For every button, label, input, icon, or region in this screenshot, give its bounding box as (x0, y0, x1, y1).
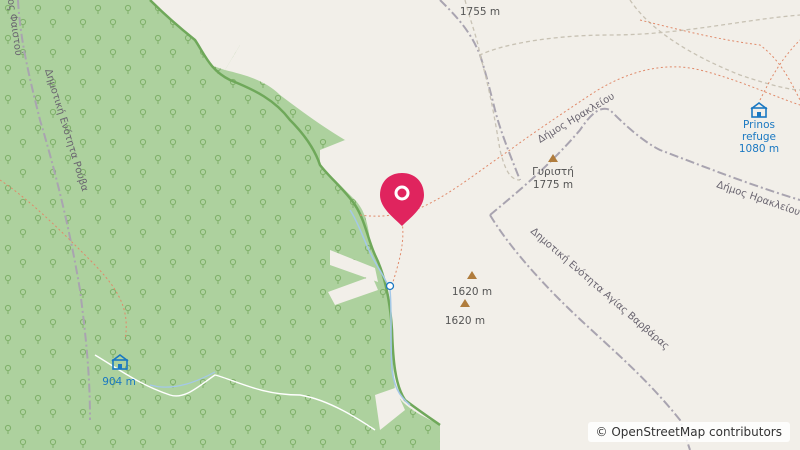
water-point-icon (385, 281, 395, 291)
peak-name-gyristi: Γυριστή (532, 166, 574, 178)
peak-elevation-b: 1620 m (445, 315, 485, 327)
peak-elevation-a: 1620 m (452, 286, 492, 298)
peak-elevation-gyristi: 1775 m (533, 179, 573, 191)
refuge-name-line2: refuge (742, 131, 776, 143)
shelter-elevation: 904 m (102, 376, 136, 388)
refuge-name-line1: Prinos (743, 119, 775, 131)
elevation-label-1755: 1755 m (460, 6, 500, 18)
refuge-elevation: 1080 m (739, 143, 779, 155)
map-attribution[interactable]: © OpenStreetMap contributors (587, 422, 790, 442)
map-canvas[interactable]: 1755 m Γυριστή 1775 m 1620 m 1620 m Prin… (0, 0, 800, 450)
